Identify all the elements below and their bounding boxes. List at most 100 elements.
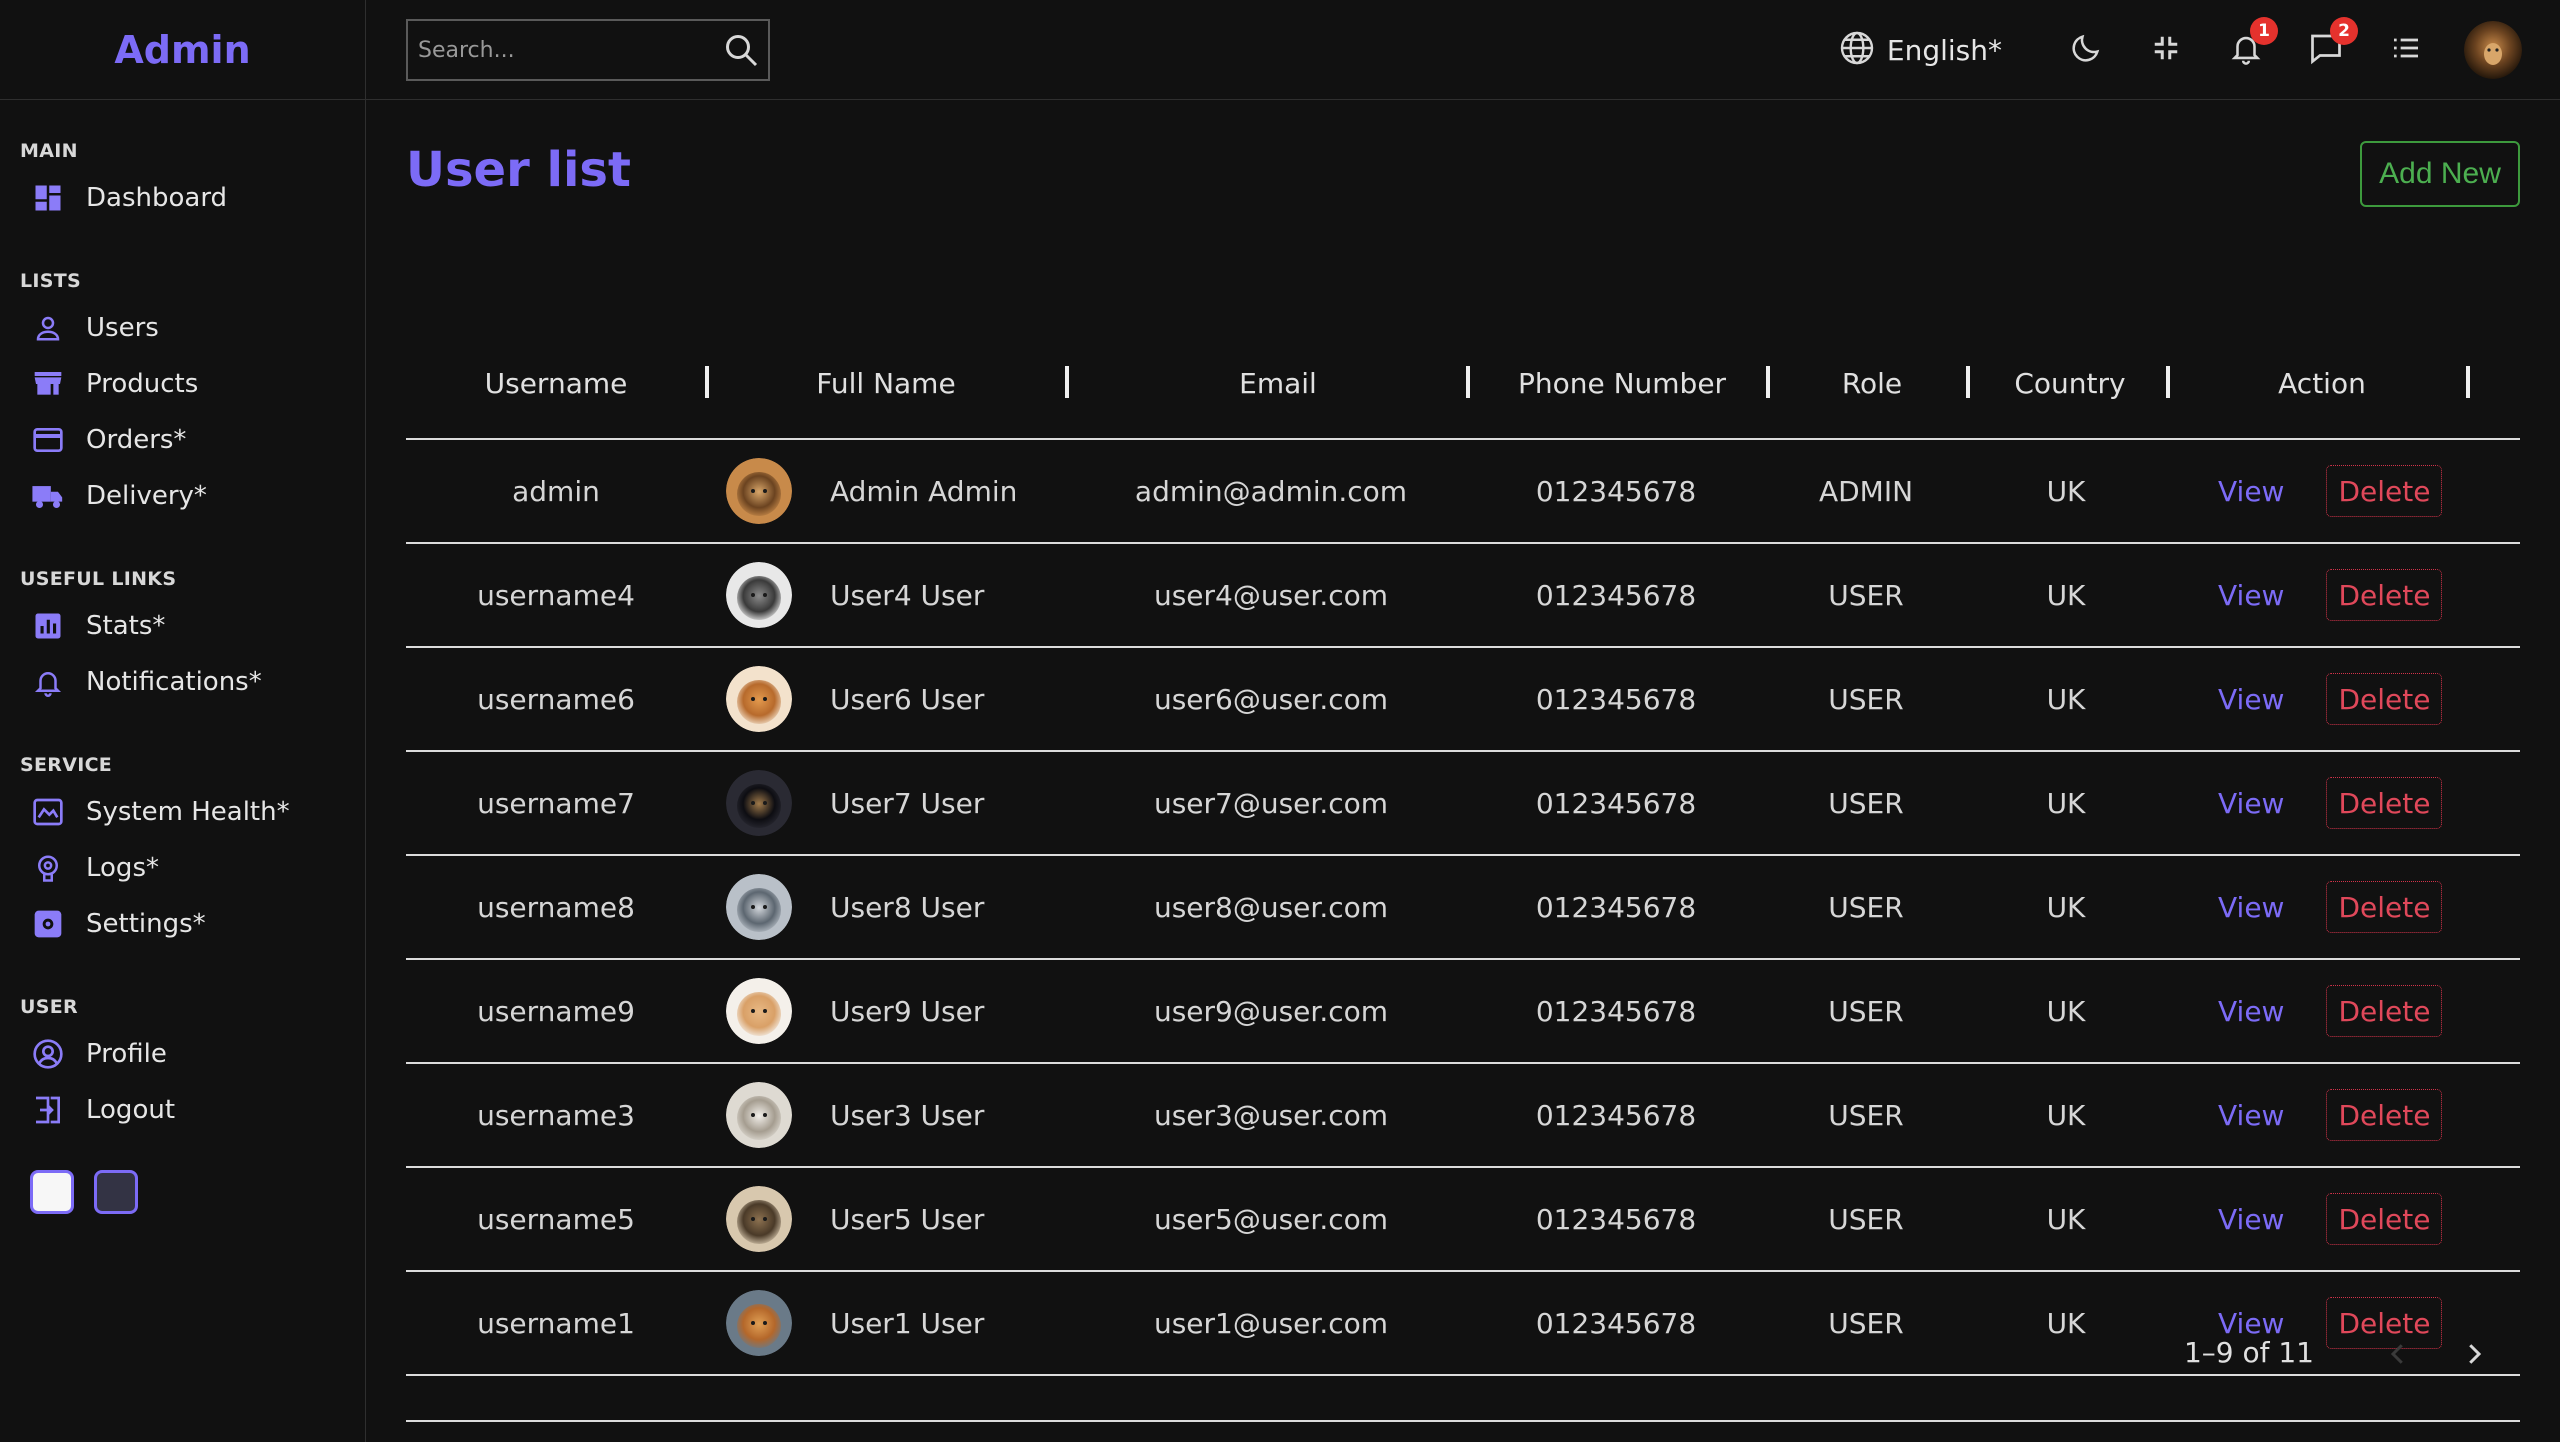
light-theme-swatch[interactable] (30, 1170, 74, 1214)
cell-phone: 012345678 (1535, 578, 1697, 612)
cell-email: user8@user.com (1153, 890, 1389, 924)
column-resize-handle[interactable] (1065, 366, 1069, 398)
sidebar-item-dashboard[interactable]: Dashboard (20, 170, 365, 226)
column-header-username[interactable]: Username (406, 333, 706, 433)
dark-theme-swatch[interactable] (94, 1170, 138, 1214)
sidebar-item-stats[interactable]: Stats* (20, 598, 365, 654)
delete-button[interactable]: Delete (2326, 673, 2443, 725)
delete-button[interactable]: Delete (2326, 985, 2443, 1037)
theme-switcher (30, 1170, 365, 1214)
section-title: MAIN (20, 140, 78, 162)
column-header-full-name[interactable]: Full Name (736, 333, 1036, 433)
dark-mode-toggle[interactable] (2062, 26, 2110, 74)
sidebar-item-label: Logout (86, 1095, 176, 1125)
language-selector[interactable]: English* (1839, 30, 2002, 70)
cell-action: View Delete (2206, 1064, 2506, 1166)
cell-username: username5 (477, 1202, 635, 1236)
messages-button[interactable]: 2 (2302, 17, 2358, 74)
view-button[interactable]: View (2218, 475, 2284, 508)
add-new-button[interactable]: Add New (2360, 141, 2520, 207)
user-avatar[interactable] (2464, 21, 2522, 79)
column-header-email[interactable]: Email (1128, 333, 1428, 433)
sidebar-item-settings[interactable]: Settings* (20, 896, 365, 952)
section-title: USEFUL LINKS (20, 568, 177, 590)
cell-phone: 012345678 (1535, 474, 1697, 508)
app-logo[interactable]: Admin (114, 28, 250, 72)
view-button[interactable]: View (2218, 787, 2284, 820)
pagination: 1–9 of 11 (2020, 1318, 2520, 1398)
column-header-action[interactable]: Action (2172, 333, 2472, 433)
sidebar-item-orders[interactable]: Orders* (20, 412, 365, 468)
search-icon[interactable] (714, 32, 768, 68)
table-row[interactable]: username4 User4 User user4@user.com 0123456… (406, 544, 2520, 648)
cell-role: USER (1828, 890, 1904, 924)
view-button[interactable]: View (2218, 891, 2284, 924)
cell-role: USER (1828, 1202, 1904, 1236)
delete-button[interactable]: Delete (2326, 465, 2443, 517)
column-resize-handle[interactable] (1466, 366, 1470, 398)
view-button[interactable]: View (2218, 1203, 2284, 1236)
sidebar-item-system-health[interactable]: System Health* (20, 784, 365, 840)
sidebar-item-products[interactable]: Products (20, 356, 365, 412)
search-input[interactable] (408, 21, 714, 79)
cell-country: UK (2046, 786, 2086, 820)
row-avatar (726, 1186, 792, 1252)
table-row[interactable]: admin Admin Admin admin@admin.com 012345678… (406, 440, 2520, 544)
sidebar-item-profile[interactable]: Profile (20, 1026, 365, 1082)
list-button[interactable] (2382, 26, 2430, 74)
delete-button[interactable]: Delete (2326, 1089, 2443, 1141)
table-row[interactable]: username5 User5 User user5@user.com 0123456… (406, 1168, 2520, 1272)
topbar-actions: English* 1 2 (1839, 0, 2522, 100)
sidebar-item-logout[interactable]: Logout (20, 1082, 365, 1138)
view-button[interactable]: View (2218, 1099, 2284, 1132)
sidebar-item-label: Profile (86, 1039, 167, 1069)
section-title: USER (20, 996, 78, 1018)
cell-role: USER (1828, 578, 1904, 612)
sidebar-item-logs[interactable]: Logs* (20, 840, 365, 896)
delete-button[interactable]: Delete (2326, 881, 2443, 933)
nav-list: Profile Logout (20, 1026, 365, 1138)
delete-button[interactable]: Delete (2326, 1193, 2443, 1245)
cell-phone: 012345678 (1535, 1306, 1697, 1340)
column-resize-handle[interactable] (2166, 366, 2170, 398)
table-row[interactable]: username9 User9 User user9@user.com 0123456… (406, 960, 2520, 1064)
chevron-right-icon (2459, 1339, 2489, 1373)
delete-button[interactable]: Delete (2326, 569, 2443, 621)
view-button[interactable]: View (2218, 995, 2284, 1028)
delete-button[interactable]: Delete (2326, 777, 2443, 829)
section-title: LISTS (20, 270, 82, 292)
cell-phone: 012345678 (1535, 890, 1697, 924)
cell-country: UK (2046, 474, 2086, 508)
cell-email: user1@user.com (1153, 1306, 1389, 1340)
language-label: English* (1886, 33, 2002, 67)
table-row[interactable]: username6 User6 User user6@user.com 0123456… (406, 648, 2520, 752)
cell-action: View Delete (2206, 960, 2506, 1062)
table-row[interactable]: username7 User7 User user7@user.com 0123456… (406, 752, 2520, 856)
sidebar-item-delivery[interactable]: Delivery* (20, 468, 365, 524)
sidebar-item-notifications[interactable]: Notifications* (20, 654, 365, 710)
fullscreen-exit-button[interactable] (2142, 26, 2190, 74)
sidebar-item-users[interactable]: Users (20, 300, 365, 356)
view-button[interactable]: View (2218, 579, 2284, 612)
column-resize-handle[interactable] (2466, 366, 2470, 398)
sidebar-item-label: Products (86, 369, 199, 399)
truck-icon (30, 478, 66, 514)
cell-email: user6@user.com (1153, 682, 1389, 716)
cell-email: user3@user.com (1153, 1098, 1389, 1132)
table-row[interactable]: username3 User3 User user3@user.com 0123456… (406, 1064, 2520, 1168)
view-button[interactable]: View (2218, 683, 2284, 716)
cell-email: user9@user.com (1153, 994, 1389, 1028)
row-avatar (726, 562, 792, 628)
column-resize-handle[interactable] (705, 366, 709, 398)
cell-role: ADMIN (1818, 474, 1914, 508)
next-page-button[interactable] (2450, 1332, 2498, 1380)
sidebar-item-label: Notifications* (86, 667, 262, 697)
prev-page-button[interactable] (2374, 1332, 2422, 1380)
cell-country: UK (2046, 994, 2086, 1028)
cell-full-name: User7 User (830, 786, 985, 820)
brain-icon (30, 850, 66, 886)
row-avatar (726, 874, 792, 940)
table-row[interactable]: username8 User8 User user8@user.com 0123456… (406, 856, 2520, 960)
notifications-button[interactable]: 1 (2222, 17, 2278, 74)
fullscreen-exit-icon (2151, 33, 2181, 67)
